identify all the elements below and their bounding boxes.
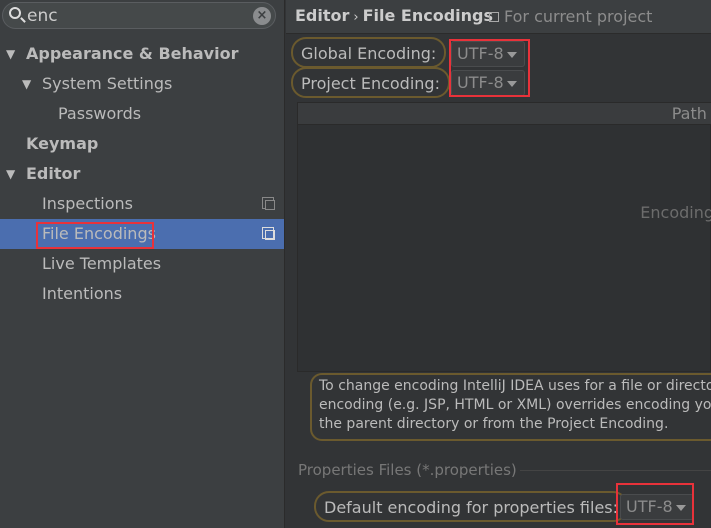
- clear-search-icon[interactable]: ×: [253, 7, 271, 25]
- note-line: encoding (e.g. JSP, HTML or XML) overrid…: [319, 397, 711, 413]
- project-scope-icon: [262, 227, 275, 240]
- search-field[interactable]: ×: [2, 2, 276, 29]
- file-encodings-table[interactable]: Path ▴ Encoding: [297, 102, 711, 372]
- project-scope-icon: [262, 197, 275, 210]
- breadcrumb-separator: ›: [353, 10, 359, 25]
- highlight-box: [449, 39, 530, 97]
- note-line: the parent directory or from the Project…: [319, 416, 669, 432]
- sidebar-item-keymap[interactable]: Keymap: [0, 129, 284, 159]
- settings-sidebar: × ▼ Appearance & Behavior ▼ System Setting…: [0, 0, 285, 528]
- properties-section-title: Properties Files (*.properties): [298, 461, 517, 479]
- project-scope-icon: [489, 12, 499, 22]
- sidebar-item-label: Appearance & Behavior: [26, 44, 239, 63]
- highlight-box: [616, 483, 694, 525]
- scope-label: For current project: [504, 7, 653, 26]
- search-input[interactable]: [27, 5, 247, 27]
- breadcrumb: Editor › File Encodings For current projec…: [286, 0, 711, 34]
- properties-encoding-label: Default encoding for properties files:: [314, 491, 629, 522]
- section-divider: [520, 470, 711, 471]
- page-title: File Encodings: [362, 6, 494, 25]
- expand-arrow-icon[interactable]: ▼: [22, 69, 31, 99]
- sidebar-item-intentions[interactable]: Intentions: [0, 279, 284, 309]
- sidebar-item-appearance-behavior[interactable]: ▼ Appearance & Behavior: [0, 39, 284, 69]
- sidebar-item-label: System Settings: [42, 74, 173, 93]
- sidebar-item-live-templates[interactable]: Live Templates: [0, 249, 284, 279]
- info-note: To change encoding IntelliJ IDEA uses fo…: [310, 373, 711, 441]
- search-icon: [9, 7, 21, 19]
- sidebar-item-system-settings[interactable]: ▼ System Settings: [0, 69, 284, 99]
- sidebar-item-label: Intentions: [42, 284, 123, 303]
- column-header-path[interactable]: Path ▴: [298, 103, 711, 125]
- sidebar-item-inspections[interactable]: Inspections: [0, 189, 284, 219]
- sidebar-item-label: Inspections: [42, 194, 133, 213]
- sidebar-item-passwords[interactable]: Passwords: [0, 99, 284, 129]
- project-encoding-label: Project Encoding:: [291, 67, 450, 98]
- column-encoding-label: Encoding: [640, 203, 711, 222]
- sidebar-item-editor[interactable]: ▼ Editor: [0, 159, 284, 189]
- note-line: To change encoding IntelliJ IDEA uses fo…: [319, 378, 711, 394]
- breadcrumb-editor: Editor: [295, 6, 350, 25]
- sidebar-item-label: Editor: [26, 164, 81, 183]
- expand-arrow-icon[interactable]: ▼: [6, 159, 15, 189]
- global-encoding-label: Global Encoding:: [291, 37, 447, 68]
- expand-arrow-icon[interactable]: ▼: [6, 39, 15, 69]
- highlight-box: [36, 222, 154, 249]
- sidebar-item-label: Passwords: [58, 104, 142, 123]
- sidebar-item-label: Keymap: [26, 134, 99, 153]
- sidebar-item-label: Live Templates: [42, 254, 162, 273]
